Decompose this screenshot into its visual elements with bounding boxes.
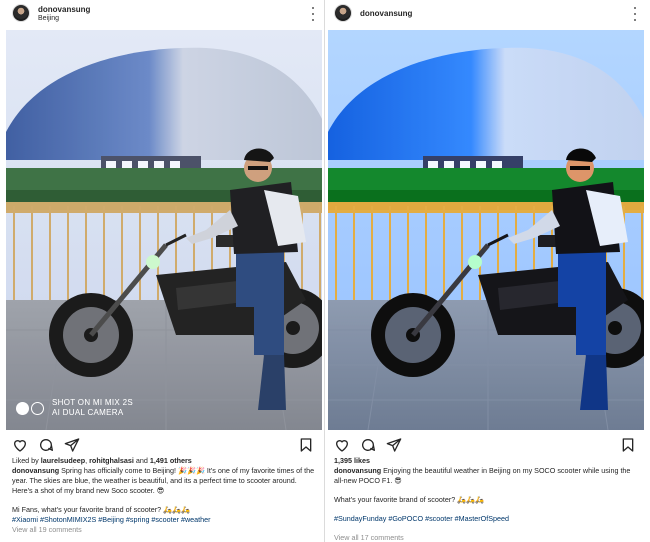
- caption-username[interactable]: donovansung: [12, 466, 59, 475]
- instagram-post-right: donovansung 1,395 likes donovansung Enjo…: [328, 0, 644, 542]
- save-icon[interactable]: [298, 437, 314, 453]
- divider: [324, 0, 325, 542]
- post-header: donovansung Beijing: [6, 0, 322, 30]
- camera-watermark: SHOT ON MI MIX 2S AI DUAL CAMERA: [16, 398, 133, 418]
- post-photo[interactable]: [328, 30, 644, 430]
- post-caption: Liked by laurelsudeep, rohitghalsasi and…: [6, 456, 322, 535]
- watermark-logo: [16, 401, 46, 415]
- comment-icon[interactable]: [360, 437, 376, 453]
- more-options-icon[interactable]: [310, 7, 316, 21]
- hashtags[interactable]: #SundayFunday #GoPOCO #scooter #MasterOf…: [334, 514, 638, 524]
- watermark-line1: SHOT ON MI MIX 2S: [52, 398, 133, 407]
- caption-body: donovansung Enjoying the beautiful weath…: [334, 466, 638, 486]
- avatar[interactable]: [12, 4, 30, 22]
- username[interactable]: donovansung: [360, 9, 412, 18]
- watermark-text: SHOT ON MI MIX 2S AI DUAL CAMERA: [52, 398, 133, 418]
- scooter-photo-illustration: [6, 30, 322, 430]
- more-options-icon[interactable]: [632, 7, 638, 21]
- location[interactable]: Beijing: [38, 15, 59, 22]
- likes-line: Liked by laurelsudeep, rohitghalsasi and…: [12, 456, 316, 466]
- save-icon[interactable]: [620, 437, 636, 453]
- instagram-post-left: donovansung Beijing SHOT ON MI MIX 2S AI…: [6, 0, 322, 542]
- watermark-circle-ring: [31, 401, 44, 415]
- liked-by-user[interactable]: laurelsudeep: [41, 456, 85, 465]
- caption-question: Mi Fans, what's your favorite brand of s…: [12, 505, 191, 514]
- caption-username[interactable]: donovansung: [334, 466, 381, 475]
- watermark-line2: AI DUAL CAMERA: [52, 408, 124, 417]
- username[interactable]: donovansung: [38, 5, 90, 14]
- likes-prefix: Liked by: [12, 456, 39, 465]
- likes-separator: ,: [85, 456, 88, 465]
- post-photo[interactable]: SHOT ON MI MIX 2S AI DUAL CAMERA: [6, 30, 322, 430]
- caption-question: What's your favorite brand of scooter? 🛵…: [334, 495, 485, 504]
- comparison-screenshot: donovansung Beijing SHOT ON MI MIX 2S AI…: [0, 0, 650, 542]
- view-comments-link[interactable]: View all 17 comments: [334, 533, 638, 542]
- post-caption: 1,395 likes donovansung Enjoying the bea…: [328, 456, 644, 542]
- caption-body: donovansung Spring has officially come t…: [12, 466, 316, 496]
- heart-icon[interactable]: [334, 437, 350, 453]
- scooter-photo-illustration: [328, 30, 644, 430]
- hashtags[interactable]: #Xiaomi #ShotonMIMIX2S #Beijing #spring …: [12, 515, 316, 525]
- likes-and: and: [135, 456, 148, 465]
- comment-icon[interactable]: [38, 437, 54, 453]
- post-header: donovansung: [328, 0, 644, 30]
- liked-by-user[interactable]: rohitghalsasi: [89, 456, 134, 465]
- likes-count[interactable]: 1,395 likes: [334, 456, 638, 466]
- avatar[interactable]: [334, 4, 352, 22]
- watermark-circle-filled: [16, 401, 29, 415]
- view-comments-link[interactable]: View all 19 comments: [12, 525, 316, 535]
- action-bar: [328, 430, 644, 456]
- heart-icon[interactable]: [12, 437, 28, 453]
- share-icon[interactable]: [386, 437, 402, 453]
- share-icon[interactable]: [64, 437, 80, 453]
- action-bar: [6, 430, 322, 456]
- likes-count[interactable]: 1,491 others: [150, 456, 192, 465]
